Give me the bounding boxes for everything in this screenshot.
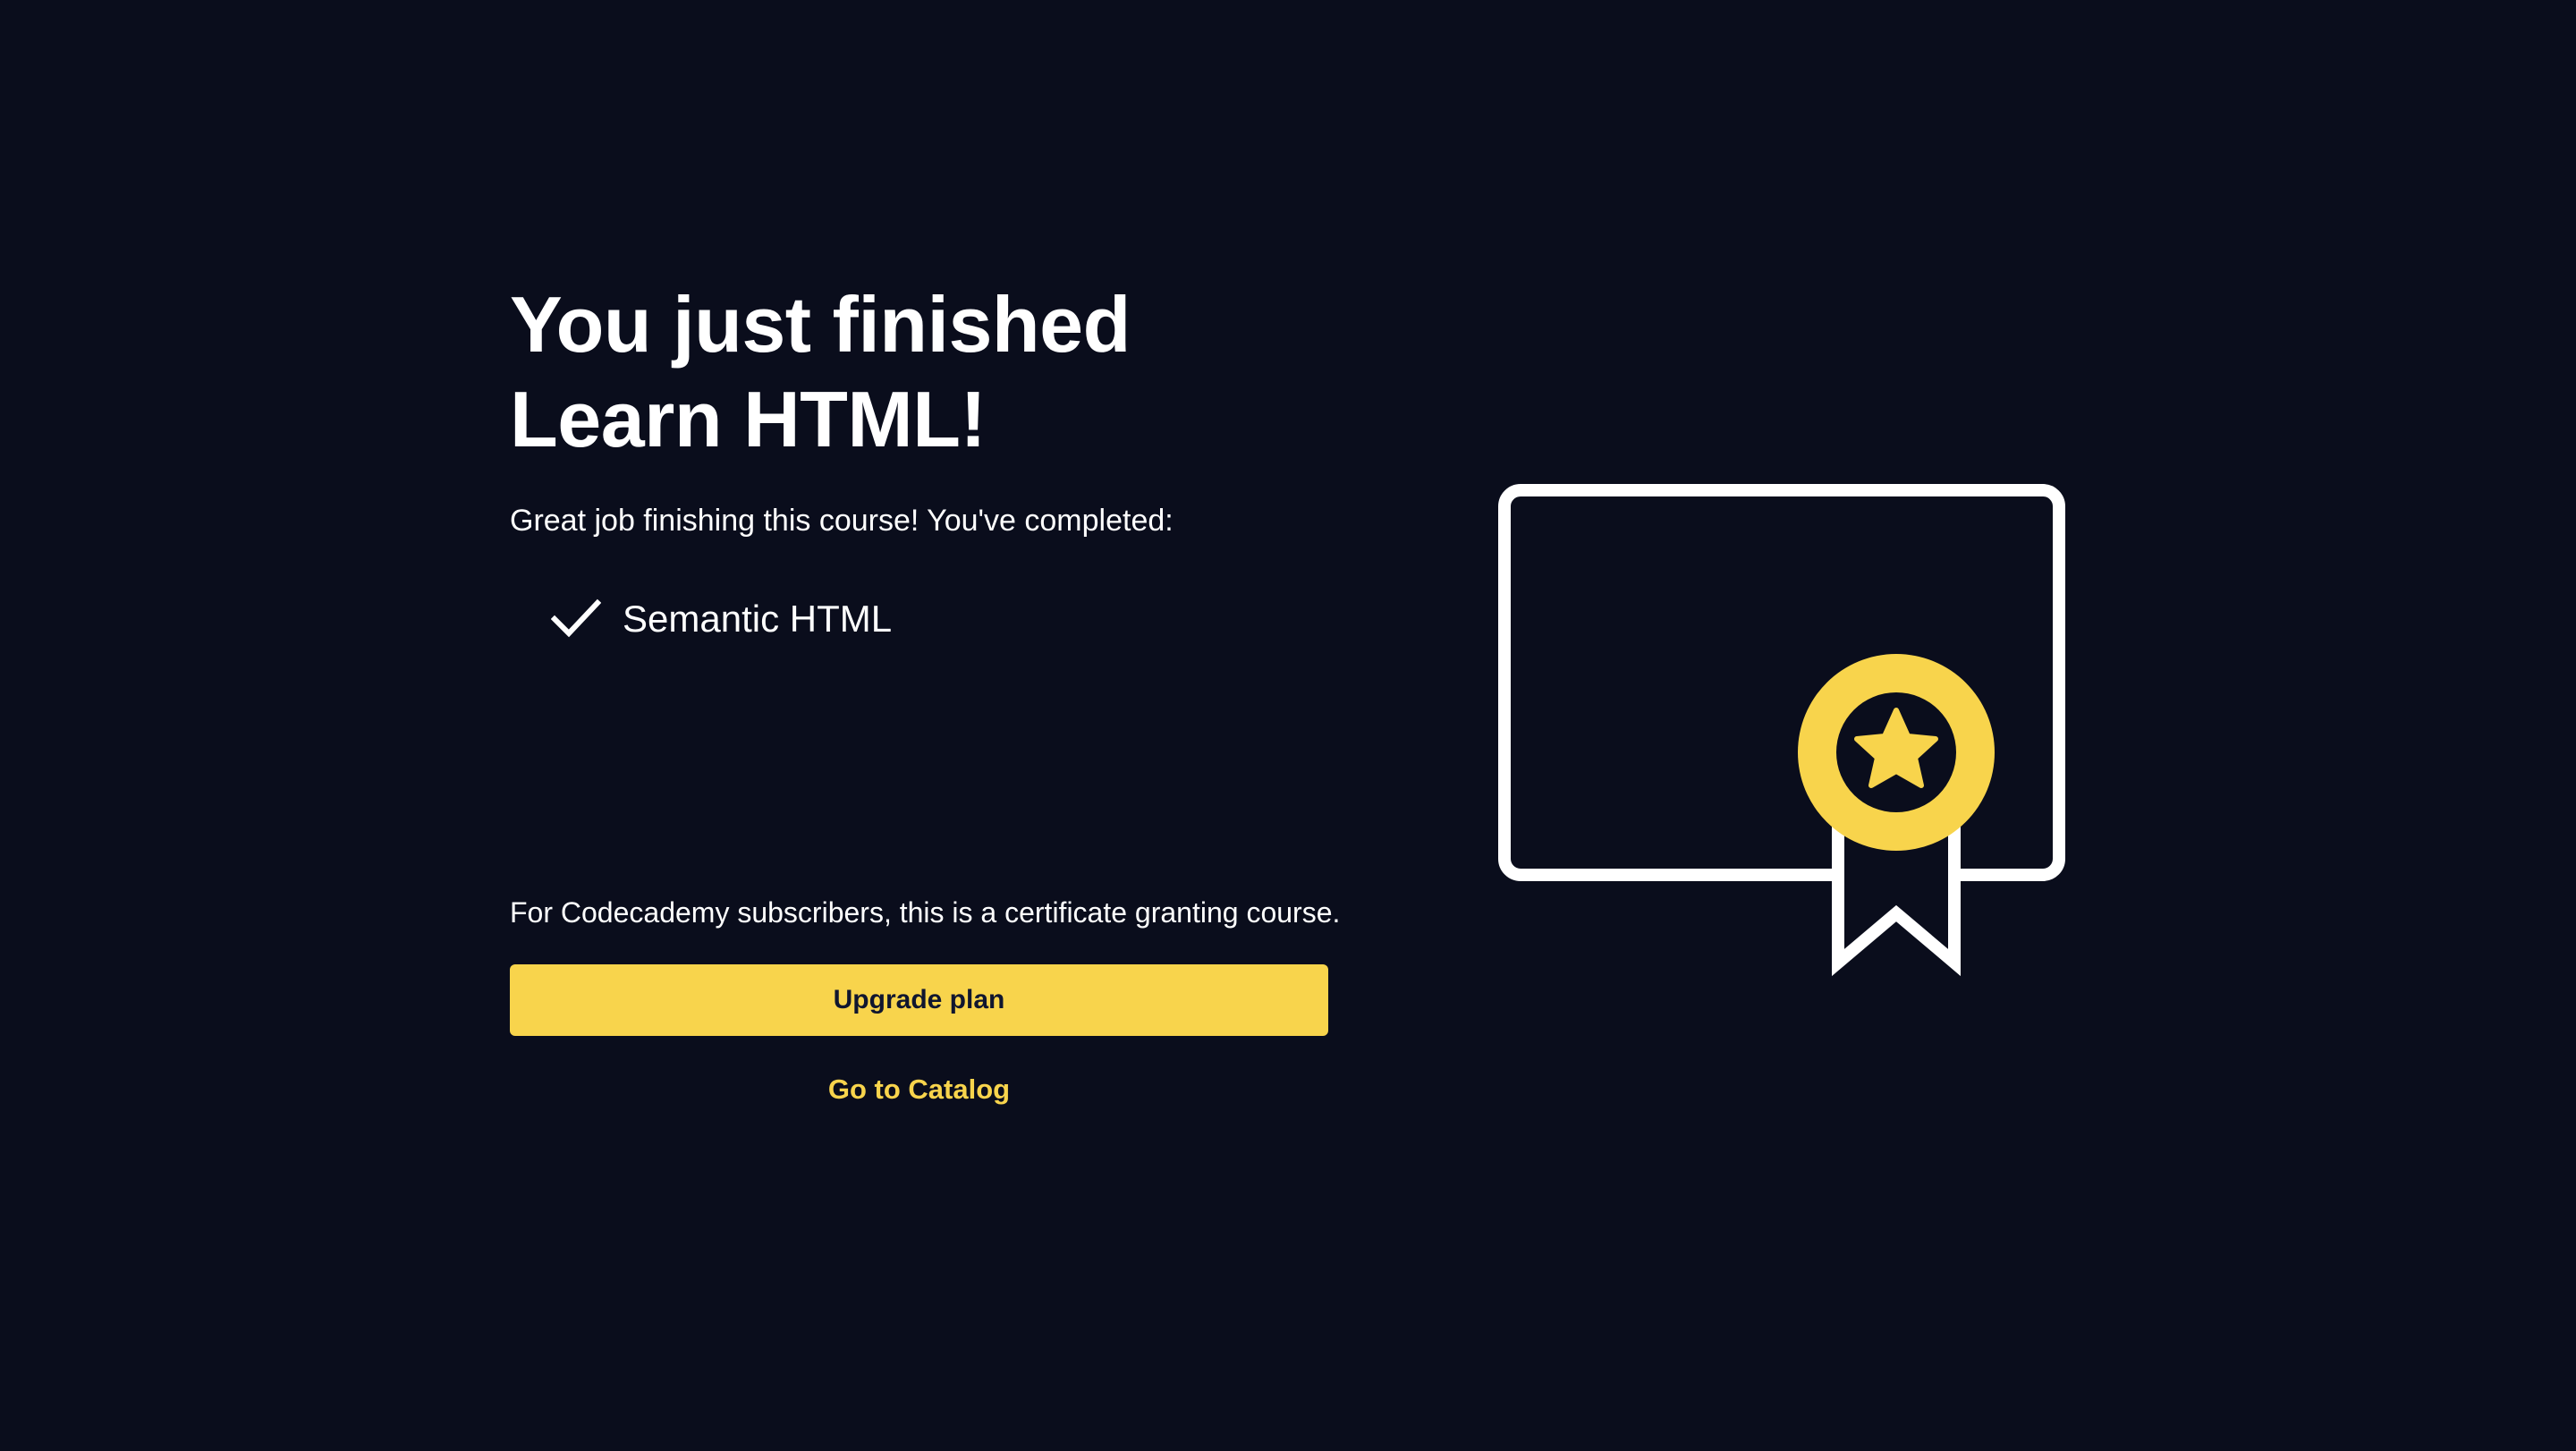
completion-content: You just finished Learn HTML! Great job … bbox=[510, 277, 1328, 646]
course-completion-page: You just finished Learn HTML! Great job … bbox=[0, 0, 2576, 1451]
completed-item-label: Semantic HTML bbox=[623, 598, 893, 640]
certificate-icon bbox=[1498, 484, 2065, 977]
completion-subtitle: Great job finishing this course! You've … bbox=[510, 504, 1174, 538]
upgrade-plan-button[interactable]: Upgrade plan bbox=[510, 964, 1328, 1036]
certificate-frame bbox=[1498, 484, 2065, 881]
go-to-catalog-link[interactable]: Go to Catalog bbox=[510, 1073, 1328, 1106]
certificate-note: For Codecademy subscribers, this is a ce… bbox=[510, 896, 1341, 929]
title-line-2: Learn HTML! bbox=[510, 375, 987, 463]
page-title: You just finished Learn HTML! bbox=[510, 277, 1328, 467]
completed-item: Semantic HTML bbox=[510, 592, 1328, 646]
title-line-1: You just finished bbox=[510, 280, 1131, 369]
completed-list: Semantic HTML bbox=[510, 592, 1328, 646]
check-icon bbox=[551, 598, 601, 638]
